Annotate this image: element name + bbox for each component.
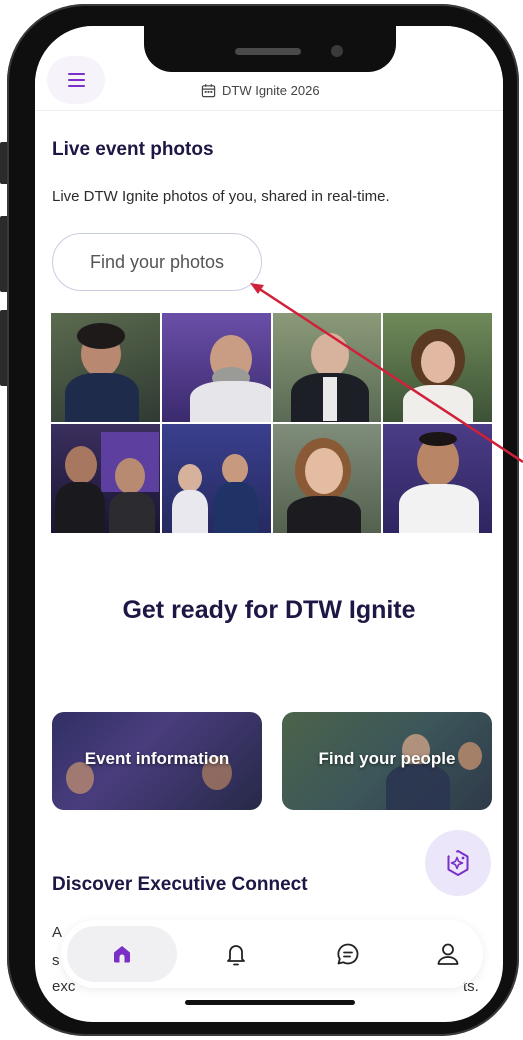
notch bbox=[144, 26, 396, 72]
annotation-arrow bbox=[257, 286, 523, 464]
camera bbox=[331, 45, 343, 57]
speaker bbox=[235, 48, 301, 55]
annotation-arrowhead bbox=[250, 283, 264, 294]
annotation-arrow-layer bbox=[250, 283, 523, 464]
